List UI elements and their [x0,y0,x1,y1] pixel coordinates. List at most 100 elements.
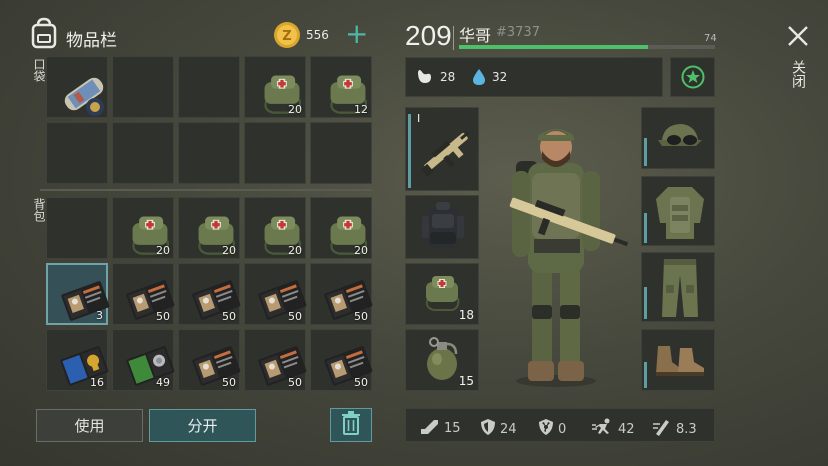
radiation-icon [538,418,554,440]
backpack-slot[interactable]: 50 [178,263,241,325]
grenade-slot[interactable]: 15 [405,329,479,391]
backpack-slot[interactable]: 50 [244,329,307,391]
delete-button[interactable] [330,408,372,442]
backpack-label: 背包 [32,198,46,222]
item-count: 50 [222,376,236,389]
pocket-slot[interactable] [244,122,306,184]
star-badge-icon [681,65,705,93]
pocket-label: 口袋 [32,58,46,82]
backpack-slot[interactable]: 50 [112,263,175,325]
pocket-slot[interactable] [46,122,108,184]
split-button[interactable]: 分开 [149,409,256,442]
defense-value: 24 [500,421,517,437]
item-count: 50 [354,376,368,389]
backpack-icon [30,17,58,49]
boots-slot[interactable] [641,329,715,391]
backpack-slot[interactable]: 50 [310,263,373,325]
headgear-slot[interactable] [641,107,715,169]
svg-text:Z: Z [282,29,291,44]
health-value: 74 [704,33,717,44]
item-count: 20 [156,244,170,257]
weapon-slot[interactable]: I [405,107,479,191]
item-count: 50 [288,376,302,389]
rank-badge-box[interactable] [670,57,715,97]
running-icon [592,418,614,440]
close-icon [786,24,810,52]
health-bar-fill [459,45,649,49]
grenade-count: 15 [458,374,474,388]
stealth-icon [652,418,672,440]
item-count: 20 [222,244,236,257]
backpack-slot[interactable]: 20 [178,197,240,259]
item-count: 20 [354,244,368,257]
grenade-icon [422,336,462,388]
backpack-slot[interactable]: 49 [112,329,175,391]
tactical-backpack-icon [422,200,464,258]
player-id: #3737 [496,25,540,40]
player-character [490,115,630,395]
player-level: 209 [405,20,452,51]
cap-goggles-icon [656,118,704,162]
close-label: 关闭 [790,60,806,88]
pants-icon [660,257,700,323]
backpack-slot[interactable]: 50 [244,263,307,325]
player-name: 华哥 [459,26,492,45]
pocket-slot[interactable] [112,56,174,118]
item-count: 16 [90,376,104,389]
medkit-bag-icon [420,270,464,318]
speed-value: 42 [618,421,635,437]
pocket-slot[interactable] [178,56,240,118]
health-bar [459,45,715,49]
medkit-count: 18 [458,308,474,322]
medkit-equip-slot[interactable]: 18 [405,263,479,325]
backpack-slot[interactable]: 3 [46,263,110,325]
coin-count: 556 [306,28,329,42]
stats-bar: 15 24 0 42 8.3 [405,408,715,442]
inventory-title: 物品栏 [66,31,117,51]
attack-value: 15 [444,420,461,436]
add-coins-button[interactable]: + [345,17,368,51]
item-count: 49 [156,376,170,389]
shield-icon [480,418,496,440]
hunger-value: 28 [440,70,456,84]
backpack-slot[interactable]: 50 [178,329,241,391]
thirst-value: 32 [492,70,508,84]
item-count: 50 [222,310,236,323]
backpack-slot[interactable] [405,195,479,259]
backpack-slot[interactable]: 20 [112,197,174,259]
item-count: 50 [288,310,302,323]
close-button[interactable]: 关闭 [780,18,816,98]
item-count: 50 [156,310,170,323]
backpack-slot[interactable]: 20 [310,197,372,259]
knife-icon [420,418,440,438]
item-count: 3 [96,309,103,322]
pocket-slot[interactable]: 20 [244,56,306,118]
trash-icon [341,411,361,439]
pocket-slot[interactable]: 12 [310,56,372,118]
use-button[interactable]: 使用 [36,409,143,442]
pocket-slot[interactable] [178,122,240,184]
name-separator [453,26,454,50]
item-count: 50 [354,310,368,323]
backpack-slot[interactable] [46,197,108,259]
body-armor-slot[interactable] [641,176,715,246]
stealth-value: 8.3 [676,421,697,437]
backpack-slot[interactable]: 50 [310,329,373,391]
backpack-slot[interactable]: 16 [46,329,109,391]
pocket-slot[interactable] [46,56,108,118]
pants-slot[interactable] [641,252,715,322]
boots-icon [654,342,706,382]
coin-icon: Z [273,21,301,49]
pocket-slot[interactable] [112,122,174,184]
backpack-slot[interactable]: 20 [244,197,306,259]
pocket-slot[interactable] [310,122,372,184]
stomach-icon [415,68,433,90]
armor-vest-icon [654,183,706,245]
item-count: 20 [288,244,302,257]
item-count: 12 [354,103,368,116]
vitals-panel: 28 32 [405,57,663,97]
item-count: 20 [288,103,302,116]
inventory-divider [40,189,372,191]
radiation-value: 0 [558,421,567,437]
water-drop-icon [472,68,486,90]
